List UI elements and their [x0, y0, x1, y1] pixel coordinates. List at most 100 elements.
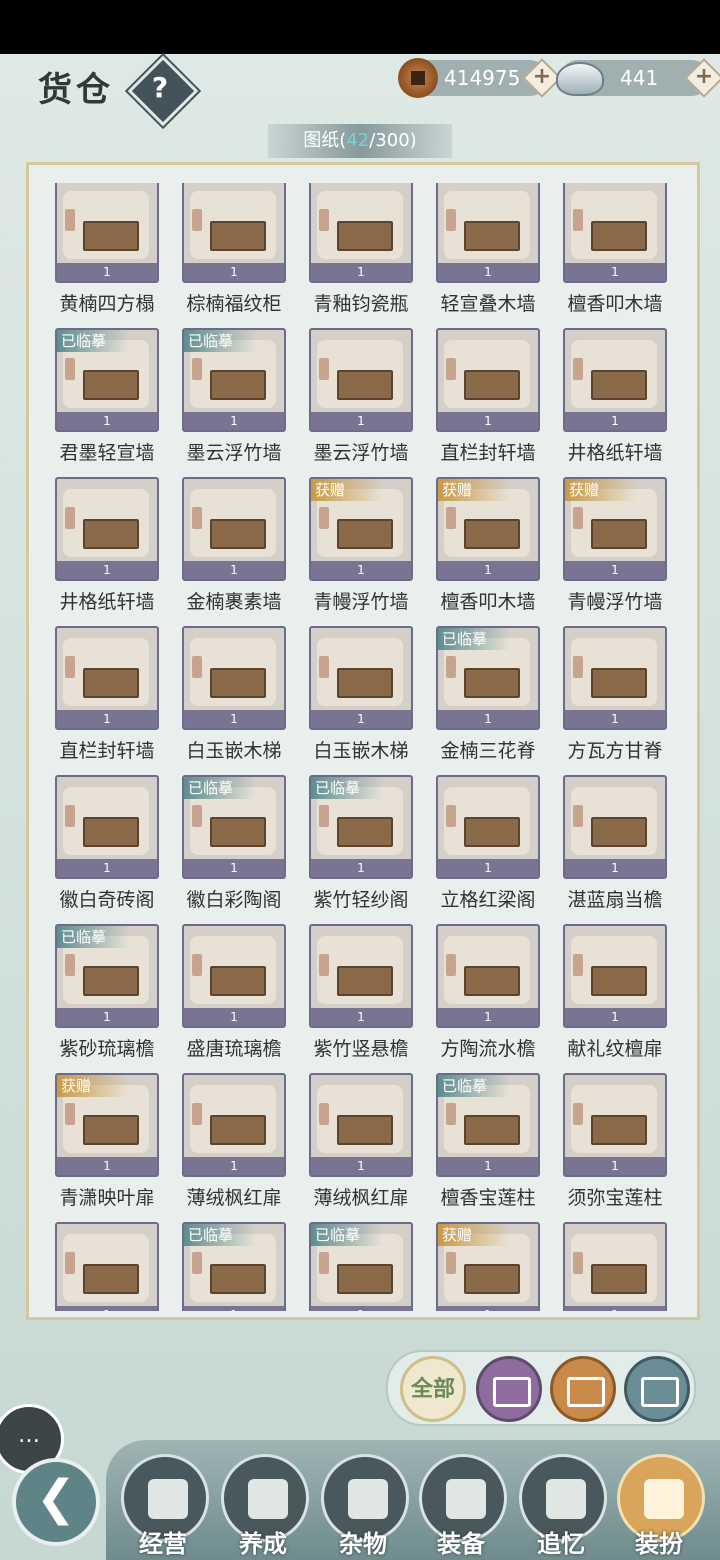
item-thumbnail[interactable]: 1 [563, 1073, 667, 1177]
item-card[interactable]: 1 轻宣叠木墙 [436, 183, 540, 327]
item-thumbnail[interactable]: 获赠 1 [309, 477, 413, 581]
item-thumbnail[interactable]: 1 [436, 924, 540, 1028]
filter-all-button[interactable]: 全部 [400, 1356, 466, 1422]
item-thumbnail[interactable]: 1 [55, 1222, 159, 1311]
item-thumbnail[interactable]: 已临摹 1 [309, 1222, 413, 1311]
item-card[interactable]: 1 徽白奇砖阁 [55, 775, 159, 923]
item-thumbnail[interactable]: 1 [309, 183, 413, 283]
item-thumbnail[interactable]: 获赠 1 [563, 477, 667, 581]
item-card[interactable]: 1 方瓦方甘脊 [563, 626, 667, 774]
item-thumbnail[interactable]: 1 [563, 775, 667, 879]
item-thumbnail[interactable]: 1 [309, 328, 413, 432]
item-thumbnail[interactable]: 1 [55, 183, 159, 283]
item-card[interactable]: 1 黄楠四方榻 [55, 183, 159, 327]
item-card[interactable]: 1 湛蓝扇当檐 [563, 775, 667, 923]
item-thumbnail[interactable]: 1 [182, 477, 286, 581]
item-thumbnail[interactable]: 已临摹 1 [182, 775, 286, 879]
item-card[interactable]: 1 薄绒枫红扉 [309, 1073, 413, 1221]
item-card[interactable]: 已临摹 1 墨云浮竹墙 [182, 328, 286, 476]
nav-item[interactable]: 杂物 [318, 1454, 409, 1560]
item-thumbnail[interactable]: 1 [436, 183, 540, 283]
item-thumbnail[interactable]: 1 [563, 924, 667, 1028]
item-card[interactable]: 已临摹 1 徽白彩陶阁 [182, 775, 286, 923]
item-thumbnail[interactable]: 已临摹 1 [55, 924, 159, 1028]
item-thumbnail[interactable]: 1 [55, 775, 159, 879]
filter-material-button[interactable] [550, 1356, 616, 1422]
nav-item[interactable]: 装扮 [614, 1454, 705, 1560]
item-card[interactable]: 已临摹 1 君墨轻宣墙 [55, 328, 159, 476]
blueprint-count: 42 [346, 130, 370, 151]
help-button[interactable]: ? [138, 66, 182, 110]
item-thumbnail[interactable]: 已临摹 1 [309, 775, 413, 879]
item-preview-icon [464, 668, 520, 698]
item-card[interactable]: 1繁星楠榻 [55, 1222, 159, 1311]
item-card[interactable]: 1 棕楠福纹柜 [182, 183, 286, 327]
filter-wood-button[interactable] [624, 1356, 690, 1422]
item-thumbnail[interactable]: 1 [563, 328, 667, 432]
item-card[interactable]: 1 须弥宝莲柱 [563, 1073, 667, 1221]
item-card[interactable]: 1 青釉钧瓷瓶 [309, 183, 413, 327]
item-thumbnail[interactable]: 获赠 1 [436, 477, 540, 581]
item-card[interactable]: 1 紫竹竖悬檐 [309, 924, 413, 1072]
item-thumbnail[interactable]: 1 [55, 626, 159, 730]
item-card[interactable]: 获赠1青墓缠竹栈 [436, 1222, 540, 1311]
item-thumbnail[interactable]: 1 [563, 1222, 667, 1311]
item-card[interactable]: 获赠 1 青幔浮竹墙 [309, 477, 413, 625]
item-card[interactable]: 1 金楠裹素墙 [182, 477, 286, 625]
item-thumbnail[interactable]: 已临摹 1 [436, 1073, 540, 1177]
filter-blueprint-button[interactable] [476, 1356, 542, 1422]
item-name: 湛蓝扇当檐 [567, 889, 663, 911]
add-copper-button[interactable]: + [528, 64, 556, 92]
item-thumbnail[interactable]: 已临摹 1 [182, 328, 286, 432]
item-thumbnail[interactable]: 1 [309, 1073, 413, 1177]
item-grid[interactable]: 1 黄楠四方榻 1 棕楠福纹柜 1 青釉钧瓷瓶 1 轻宣叠木墙 1 檀香叩木墙 已临摹 1 君墨轻宣墙已… [55, 183, 675, 1311]
item-thumbnail[interactable]: 获赠 1 [436, 1222, 540, 1311]
item-card[interactable]: 1 墨云浮竹墙 [309, 328, 413, 476]
item-card[interactable]: 获赠 1 青幔浮竹墙 [563, 477, 667, 625]
item-thumbnail[interactable]: 1 [182, 183, 286, 283]
item-card[interactable]: 已临摹 1 檀香宝莲柱 [436, 1073, 540, 1221]
item-thumbnail[interactable]: 已临摹 1 [436, 626, 540, 730]
item-card[interactable]: 已临摹 1 紫砂琉璃檐 [55, 924, 159, 1072]
item-card[interactable]: 1 方陶流水檐 [436, 924, 540, 1072]
item-card[interactable]: 已临摹 1 金楠三花脊 [436, 626, 540, 774]
item-card[interactable]: 获赠 1 青潇映叶扉 [55, 1073, 159, 1221]
item-thumbnail[interactable]: 已临摹 1 [55, 328, 159, 432]
item-thumbnail[interactable]: 1 [436, 775, 540, 879]
item-thumbnail[interactable]: 1 [563, 626, 667, 730]
item-thumbnail[interactable]: 已临摹 1 [182, 1222, 286, 1311]
item-thumbnail[interactable]: 1 [436, 328, 540, 432]
item-thumbnail[interactable]: 1 [182, 1073, 286, 1177]
seal-icon [192, 209, 202, 231]
item-card[interactable]: 获赠 1 檀香叩木墙 [436, 477, 540, 625]
item-card[interactable]: 1 井格纸轩墙 [563, 328, 667, 476]
item-thumbnail[interactable]: 1 [182, 924, 286, 1028]
item-thumbnail[interactable]: 1 [309, 626, 413, 730]
back-button[interactable]: ❮ [12, 1458, 100, 1546]
add-silver-button[interactable]: + [690, 64, 718, 92]
item-card[interactable]: 1 直栏封轩墙 [436, 328, 540, 476]
nav-item[interactable]: 装备 [416, 1454, 507, 1560]
item-card[interactable]: 1 檀香叩木墙 [563, 183, 667, 327]
item-thumbnail[interactable]: 1 [55, 477, 159, 581]
item-thumbnail[interactable]: 获赠 1 [55, 1073, 159, 1177]
item-card[interactable]: 已临摹1扇当肉烟棚 [309, 1222, 413, 1311]
item-card[interactable]: 1 直栏封轩墙 [55, 626, 159, 774]
item-thumbnail[interactable]: 1 [182, 626, 286, 730]
item-card[interactable]: 已临摹1乌檀榻 [182, 1222, 286, 1311]
item-thumbnail[interactable]: 1 [563, 183, 667, 283]
item-card[interactable]: 1 立格红梁阁 [436, 775, 540, 923]
item-thumbnail[interactable]: 1 [309, 924, 413, 1028]
item-card[interactable]: 1 白玉嵌木梯 [309, 626, 413, 774]
item-card[interactable]: 1 白玉嵌木梯 [182, 626, 286, 774]
item-card[interactable]: 1 献礼纹檀扉 [563, 924, 667, 1072]
item-card[interactable]: 1 盛唐琉璃檐 [182, 924, 286, 1072]
nav-item[interactable]: 养成 [218, 1454, 309, 1560]
seal-icon [446, 1252, 456, 1274]
nav-item[interactable]: 经营 [118, 1454, 209, 1560]
item-card[interactable]: 1 薄绒枫红扉 [182, 1073, 286, 1221]
item-card[interactable]: 已临摹 1 紫竹轻纱阁 [309, 775, 413, 923]
item-card[interactable]: 1方瓦黑陶棚 [563, 1222, 667, 1311]
item-card[interactable]: 1 井格纸轩墙 [55, 477, 159, 625]
nav-item[interactable]: 追忆 [516, 1454, 607, 1560]
